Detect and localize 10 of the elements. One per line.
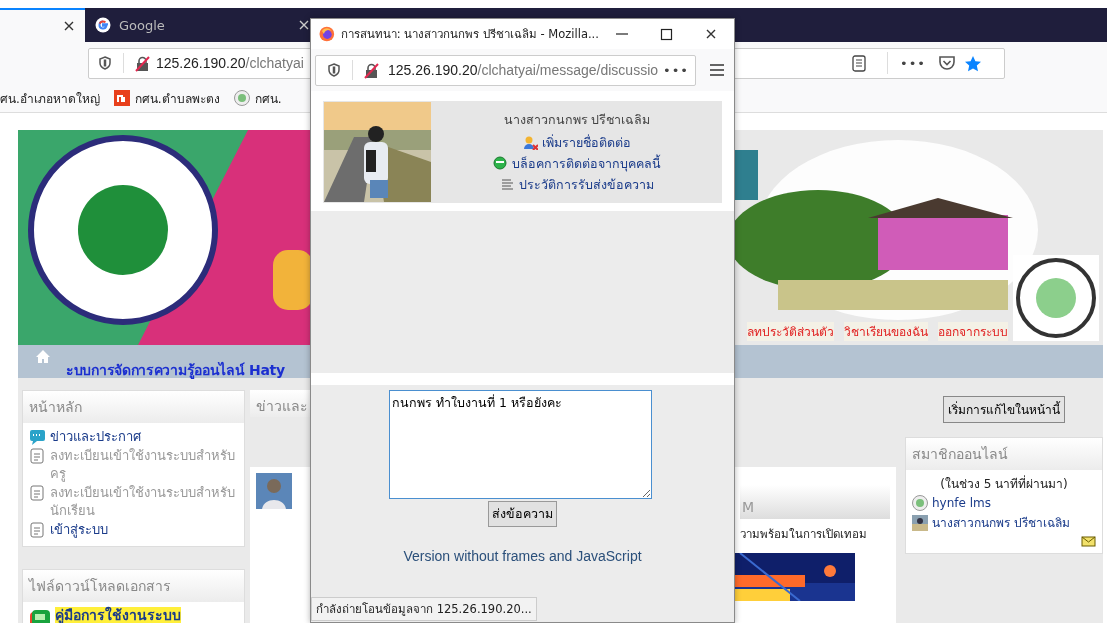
time-note: (ในช่วง 5 นาทีที่ผ่านมา)	[939, 474, 1069, 493]
status-text: กำลังถ่ายโอนข้อมูลจาก 125.26.190.20...	[311, 597, 537, 621]
site-title: ะบบการจัดการความรู้ออนไลน์ Haty	[66, 361, 285, 381]
url-text: 125.26.190.20/clchatyai	[156, 55, 304, 71]
post-text: วามพร้อมในการเปิดเทอม	[740, 526, 868, 543]
post-heading: M	[740, 485, 890, 519]
window-title: การสนทนา: นางสาวกนกพร ปรีชาเฉลิม - Mozilla...	[340, 26, 599, 43]
contact-name: นางสาวกนกพร ปรีชาเฉลิม	[503, 110, 651, 129]
url-text: 125.26.190.20/clchatyai/message/discussio	[388, 62, 659, 78]
block-title: ข่าวและ	[256, 398, 308, 414]
